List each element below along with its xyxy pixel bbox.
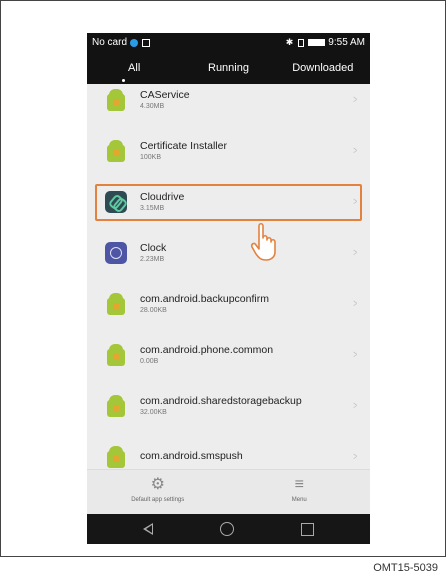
image-notification-icon — [142, 38, 151, 47]
tab-running[interactable]: Running — [181, 62, 275, 74]
app-size: 4.30MB — [140, 103, 165, 110]
android-icon — [105, 445, 127, 468]
recent-apps-icon[interactable] — [301, 522, 315, 536]
chevron-right-icon: > — [352, 195, 357, 208]
chevron-right-icon: > — [352, 450, 357, 463]
chevron-right-icon: > — [352, 246, 357, 259]
list-item[interactable]: com.android.smspush > — [87, 431, 370, 469]
notification-dot-icon — [130, 38, 139, 47]
chevron-right-icon: > — [352, 93, 357, 106]
sim-icon — [298, 38, 305, 47]
default-app-settings-button[interactable]: ⚙ Default app settings — [87, 470, 229, 515]
app-name: CAService — [140, 89, 190, 101]
app-size: 32.00KB — [140, 409, 167, 416]
list-item[interactable]: Certificate Installer 100KB > — [87, 125, 370, 176]
list-item-cloudrive[interactable]: Cloudrive 3.15MB > — [87, 176, 370, 227]
status-bar: No card ✱ 9:55 AM — [87, 33, 370, 52]
cloudrive-icon — [105, 190, 127, 213]
list-item[interactable]: com.android.phone.common 0.00B > — [87, 329, 370, 380]
battery-icon — [308, 39, 326, 46]
app-name: com.android.sharedstoragebackup — [140, 395, 302, 407]
app-size: 3.15MB — [140, 205, 165, 212]
app-name: com.android.backupconfirm — [140, 293, 269, 305]
chevron-right-icon: > — [352, 399, 357, 412]
app-list[interactable]: CAService 4.30MB > Certificate Installer 1… — [87, 84, 370, 469]
app-name: com.android.smspush — [140, 449, 243, 462]
app-size: 100KB — [140, 154, 162, 161]
android-icon — [105, 343, 127, 366]
pointing-hand-icon — [251, 222, 276, 261]
phone-screen: No card ✱ 9:55 AM All Running Downloaded… — [87, 33, 370, 544]
active-tab-indicator — [122, 79, 125, 82]
menu-label: Menu — [291, 497, 307, 503]
clock-icon — [105, 241, 127, 264]
list-item[interactable]: Clock 2.23MB > — [87, 227, 370, 278]
android-icon — [105, 139, 127, 162]
chevron-right-icon: > — [352, 348, 357, 361]
status-time: 9:55 AM — [328, 37, 365, 48]
chevron-right-icon: > — [352, 297, 357, 310]
android-icon — [105, 394, 127, 417]
list-item[interactable]: com.android.sharedstoragebackup 32.00KB > — [87, 380, 370, 431]
tab-all[interactable]: All — [87, 62, 181, 74]
tab-downloaded[interactable]: Downloaded — [276, 62, 370, 74]
app-name: Clock — [140, 242, 167, 254]
android-icon — [105, 292, 127, 315]
chevron-right-icon: > — [352, 144, 357, 157]
bottom-action-bar: ⚙ Default app settings ≡ Menu — [87, 469, 370, 515]
status-carrier: No card — [92, 37, 128, 48]
app-size: 2.23MB — [140, 256, 165, 263]
figure-caption: OMT15-5039 — [373, 562, 438, 574]
home-icon[interactable] — [219, 522, 234, 536]
list-item[interactable]: CAService 4.30MB > — [87, 84, 370, 125]
navigation-bar — [87, 514, 370, 544]
app-size: 0.00B — [140, 358, 159, 365]
app-name: Cloudrive — [140, 191, 185, 203]
gear-icon: ⚙ — [150, 476, 165, 493]
settings-label: Default app settings — [131, 497, 185, 503]
app-name: com.android.phone.common — [140, 344, 274, 356]
app-name: Certificate Installer — [140, 140, 227, 152]
android-icon — [105, 88, 127, 111]
menu-icon: ≡ — [294, 476, 304, 493]
list-item[interactable]: com.android.backupconfirm 28.00KB > — [87, 278, 370, 329]
app-size: 28.00KB — [140, 307, 167, 314]
back-icon[interactable] — [142, 523, 153, 535]
bluetooth-icon: ✱ — [285, 37, 294, 47]
menu-button[interactable]: ≡ Menu — [229, 470, 371, 515]
tab-bar: All Running Downloaded — [87, 52, 370, 84]
